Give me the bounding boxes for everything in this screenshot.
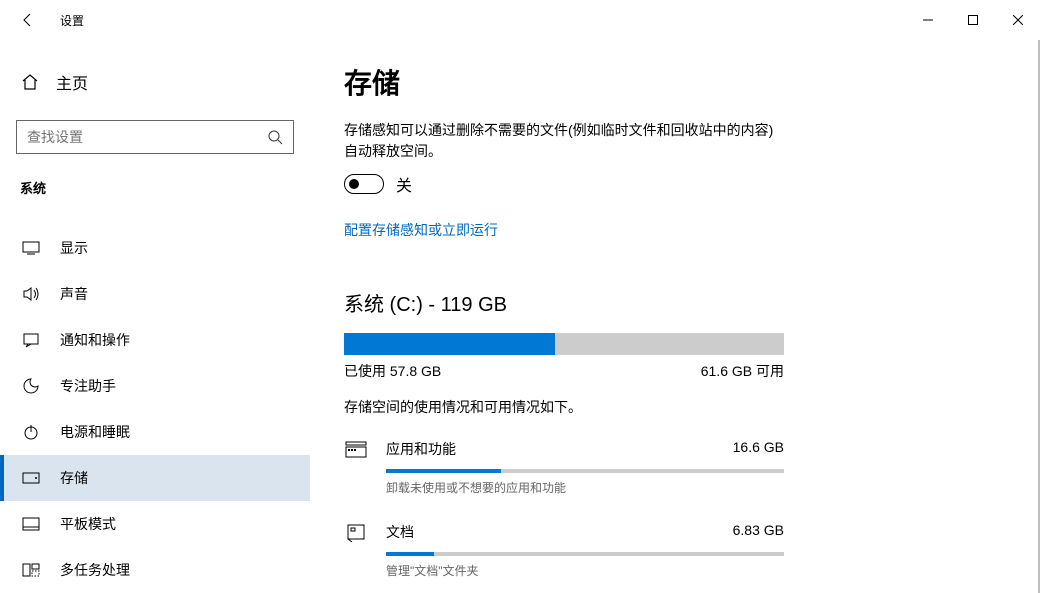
category-size: 16.6 GB	[733, 439, 784, 459]
nav-label: 存储	[60, 468, 88, 488]
nav-label: 电源和睡眠	[60, 422, 130, 442]
storage-bar	[344, 333, 784, 355]
maximize-button[interactable]	[950, 5, 995, 35]
nav-item-tablet[interactable]: 平板模式	[0, 501, 310, 547]
free-label: 61.6 GB 可用	[701, 361, 784, 381]
nav-item-display[interactable]: 显示	[0, 225, 310, 271]
window-title: 设置	[60, 12, 84, 29]
nav-label: 通知和操作	[60, 330, 130, 350]
content-area: 存储 存储感知可以通过删除不需要的文件(例如临时文件和回收站中的内容)自动释放空…	[310, 40, 1040, 593]
back-button[interactable]	[12, 4, 44, 36]
category-bar	[386, 469, 784, 473]
tablet-icon	[22, 517, 40, 531]
page-title: 存储	[344, 62, 1000, 102]
storage-used-fill	[344, 333, 555, 355]
category-icon	[344, 522, 368, 579]
focus-icon	[22, 377, 40, 395]
power-icon	[22, 424, 40, 440]
search-input[interactable]	[27, 129, 267, 145]
home-icon	[20, 73, 40, 91]
multitask-icon	[22, 563, 40, 577]
category-sub: 卸载未使用或不想要的应用和功能	[386, 479, 784, 496]
home-link[interactable]: 主页	[16, 60, 294, 104]
storage-icon	[22, 472, 40, 484]
category-name: 应用和功能	[386, 439, 456, 459]
sound-icon	[22, 286, 40, 302]
nav-item-sound[interactable]: 声音	[0, 271, 310, 317]
close-button[interactable]	[995, 5, 1040, 35]
storage-usage-desc: 存储空间的使用情况和可用情况如下。	[344, 397, 1000, 417]
nav-item-notifications[interactable]: 通知和操作	[0, 317, 310, 363]
toggle-label: 关	[396, 172, 412, 196]
category-icon	[344, 439, 368, 496]
nav-list: 显示 声音 通知和操作 专注助手 电源和睡眠 存储	[0, 225, 310, 593]
storage-sense-toggle[interactable]	[344, 174, 384, 194]
nav-item-power[interactable]: 电源和睡眠	[0, 409, 310, 455]
configure-link[interactable]: 配置存储感知或立即运行	[344, 220, 498, 240]
used-label: 已使用 57.8 GB	[344, 361, 441, 381]
notification-icon	[22, 332, 40, 348]
nav-label: 显示	[60, 238, 88, 258]
category-sub: 管理"文档"文件夹	[386, 562, 784, 579]
category-size: 6.83 GB	[733, 522, 784, 542]
storage-sense-description: 存储感知可以通过删除不需要的文件(例如临时文件和回收站中的内容)自动释放空间。	[344, 120, 784, 162]
nav-label: 专注助手	[60, 376, 116, 396]
nav-label: 多任务处理	[60, 560, 130, 580]
home-label: 主页	[56, 70, 88, 94]
nav-item-multitask[interactable]: 多任务处理	[0, 547, 310, 593]
search-icon	[267, 129, 283, 145]
nav-label: 平板模式	[60, 514, 116, 534]
nav-item-storage[interactable]: 存储	[0, 455, 310, 501]
display-icon	[22, 241, 40, 255]
sidebar: 主页 系统 显示 声音 通知和操作 专注助手	[0, 40, 310, 593]
drive-title: 系统 (C:) - 119 GB	[344, 288, 1000, 317]
category-bar	[386, 552, 784, 556]
search-input-wrap[interactable]	[16, 120, 294, 154]
category-row[interactable]: 应用和功能 16.6 GB 卸载未使用或不想要的应用和功能	[344, 439, 784, 496]
category-name: 文档	[386, 522, 414, 542]
nav-label: 声音	[60, 284, 88, 304]
nav-item-focus[interactable]: 专注助手	[0, 363, 310, 409]
category-row[interactable]: 文档 6.83 GB 管理"文档"文件夹	[344, 522, 784, 579]
category-list: 应用和功能 16.6 GB 卸载未使用或不想要的应用和功能文档 6.83 GB 管理"文…	[344, 439, 784, 593]
section-label: 系统	[16, 178, 294, 197]
minimize-button[interactable]	[905, 5, 950, 35]
